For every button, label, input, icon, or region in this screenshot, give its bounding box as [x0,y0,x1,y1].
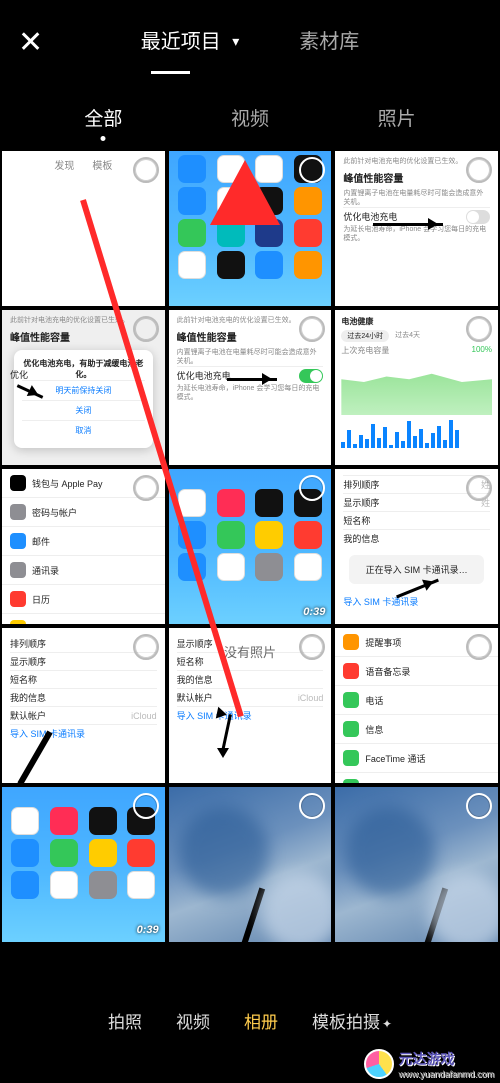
list-item-label: 我的信息 [343,532,379,545]
grid-cell[interactable]: 发现 模板 [2,151,165,306]
media-grid: 发现 模板 此前针对电池充电的优化设置已生效。 峰值性能容量 内置锂离子电池在电… [0,145,500,942]
select-circle[interactable] [466,475,492,501]
grid-cell[interactable]: 排列顺序姓 显示顺序姓 短名称 我的信息 正在导入 SIM 卡通讯录… 导入 S… [335,469,498,624]
dialog-opt: 取消 [22,420,145,440]
list-item-label: 短名称 [10,673,37,686]
thumb-opt-label: 优化电池充电 [177,369,231,382]
list-item-label: 我的信息 [10,691,46,704]
thumb-sub: 上次充电容量 [341,345,389,356]
list-item-label: FaceTime 通话 [365,752,425,765]
thumb-pct: 100% [472,345,492,356]
filter-all[interactable]: 全部 [84,104,122,131]
list-item-label: 显示顺序 [343,496,379,509]
grid-cell[interactable]: 钱包与 Apple Pay 密码与帐户 邮件 通讯录 日历 备忘录 提醒事项 语… [2,469,165,624]
thumb-tab-discover: 发现 [54,157,74,172]
toggle-icon [466,210,490,224]
list-item-label: 排列顺序 [343,478,379,491]
grid-cell[interactable]: 此前针对电池充电的优化设置已生效。 峰值性能容量 内置锂离子电池在电量耗尽时可能… [169,310,332,465]
header-tabs: 最近项目 ▾ 素材库 [58,25,442,60]
select-circle[interactable] [466,316,492,342]
list-item-label: 地图 [365,781,383,784]
grid-cell[interactable]: 此前针对电池充电的优化设置已生效。 峰值性能容量 优化电池充电，有助于减缓电池老… [2,310,165,465]
grid-cell[interactable]: 0:39 [169,469,332,624]
select-circle[interactable] [466,157,492,183]
thumb-label-prefix: 优化 [10,368,28,381]
select-circle[interactable] [466,793,492,819]
bar-chart [341,418,492,448]
list-item-label: 钱包与 Apple Pay [32,477,103,490]
watermark-logo-icon [364,1049,394,1079]
list-item-value: iCloud [131,711,157,721]
list-item-label: 我的信息 [177,673,213,686]
duration-badge: 0:39 [303,606,325,618]
watermark-brand: 元达游戏 [398,1051,454,1067]
chevron-down-icon: ▾ [232,33,239,50]
mode-shoot[interactable]: 拍照 [108,1008,142,1033]
select-circle[interactable] [133,316,159,342]
list-item-label: 邮件 [32,535,50,548]
list-item-label: 电话 [365,694,383,707]
filter-row: 全部 视频 照片 [0,84,500,145]
list-item-label: 密码与帐户 [32,506,77,519]
arrow-icon [221,714,232,752]
mode-template-shoot[interactable]: 模板拍摄✦ [312,1008,392,1033]
dialog-opt: 关闭 [22,400,145,420]
filter-photo[interactable]: 照片 [378,104,416,131]
select-circle[interactable] [133,475,159,501]
grid-cell[interactable] [169,787,332,942]
select-circle[interactable] [299,793,325,819]
grid-cell[interactable]: 此前针对电池充电的优化设置已生效。 峰值性能容量 内置锂离子电池在电量耗尽时可能… [335,151,498,306]
list-item-label: 默认帐户 [10,709,46,722]
list-item-label: 日历 [32,593,50,606]
stub-line [241,888,265,942]
arrow-icon [227,378,277,381]
duration-badge: 0:39 [137,924,159,936]
thumb-banner: 正在导入 SIM 卡通讯录… [349,555,484,584]
close-icon[interactable]: ✕ [18,25,58,60]
watermark-url: www.yuandafanmd.com [398,1069,494,1079]
dialog-title: 优化电池充电，有助于减缓电池老化。 [22,358,145,380]
filter-video[interactable]: 视频 [231,104,269,131]
thumb-opt-label: 优化电池充电 [343,210,397,223]
mode-album[interactable]: 相册 [244,1008,278,1033]
sparkle-icon: ✦ [382,1017,392,1031]
thumb-link: 导入 SIM 卡通讯录 [343,595,418,608]
area-chart [341,360,492,415]
thumb-tiny-text: 内置锂离子电池在电量耗尽时可能会造成意外关机。 [177,348,324,366]
tab-material-library[interactable]: 素材库 [299,25,359,60]
thumb-link: 导入 SIM 卡通讯录 [177,709,252,722]
picker-header: ✕ 最近项目 ▾ 素材库 [0,0,500,84]
arrow-icon [373,223,443,226]
thumb-tab-template: 模板 [92,157,112,172]
grid-cell[interactable]: 电池健康 过去24小时 过去4天 上次充电容量 100% [335,310,498,465]
list-item-label: 信息 [365,723,383,736]
thumb-tiny-text: 内置锂离子电池在电量耗尽时可能会造成意外关机。 [343,189,490,207]
list-item-label: 备忘录 [32,622,59,625]
stub-line [424,888,448,942]
arrow-head-icon [217,748,229,764]
list-item-label: 通讯录 [32,564,59,577]
thumb-tiny-text: 为延长电池寿命，iPhone 会学习您每日的充电模式。 [343,225,490,243]
select-circle[interactable] [133,157,159,183]
legend-a: 过去24小时 [341,330,389,342]
tab-recent[interactable]: 最近项目 ▾ [141,25,240,60]
list-item-label: 默认帐户 [177,691,213,704]
grid-cell[interactable] [169,151,332,306]
empty-state-text: 没有照片 [0,642,500,661]
thumb-tiny-text: 为延长电池寿命，iPhone 会学习您每日的充电模式。 [177,384,324,402]
tab-recent-label: 最近项目 [141,31,221,53]
list-item-label: 短名称 [343,514,370,527]
legend-b: 过去4天 [395,330,420,342]
list-item-label: 语音备忘录 [365,665,410,678]
mode-template-label: 模板拍摄 [312,1013,380,1032]
mode-video[interactable]: 视频 [176,1008,210,1033]
list-item-value: iCloud [298,693,324,703]
select-circle[interactable] [133,793,159,819]
grid-cell[interactable]: 0:39 [2,787,165,942]
toggle-icon [299,369,323,383]
grid-cell[interactable] [335,787,498,942]
watermark: 元达游戏 www.yuandafanmd.com [364,1049,494,1079]
bottom-mode-bar: 拍照 视频 相册 模板拍摄✦ [0,992,500,1049]
